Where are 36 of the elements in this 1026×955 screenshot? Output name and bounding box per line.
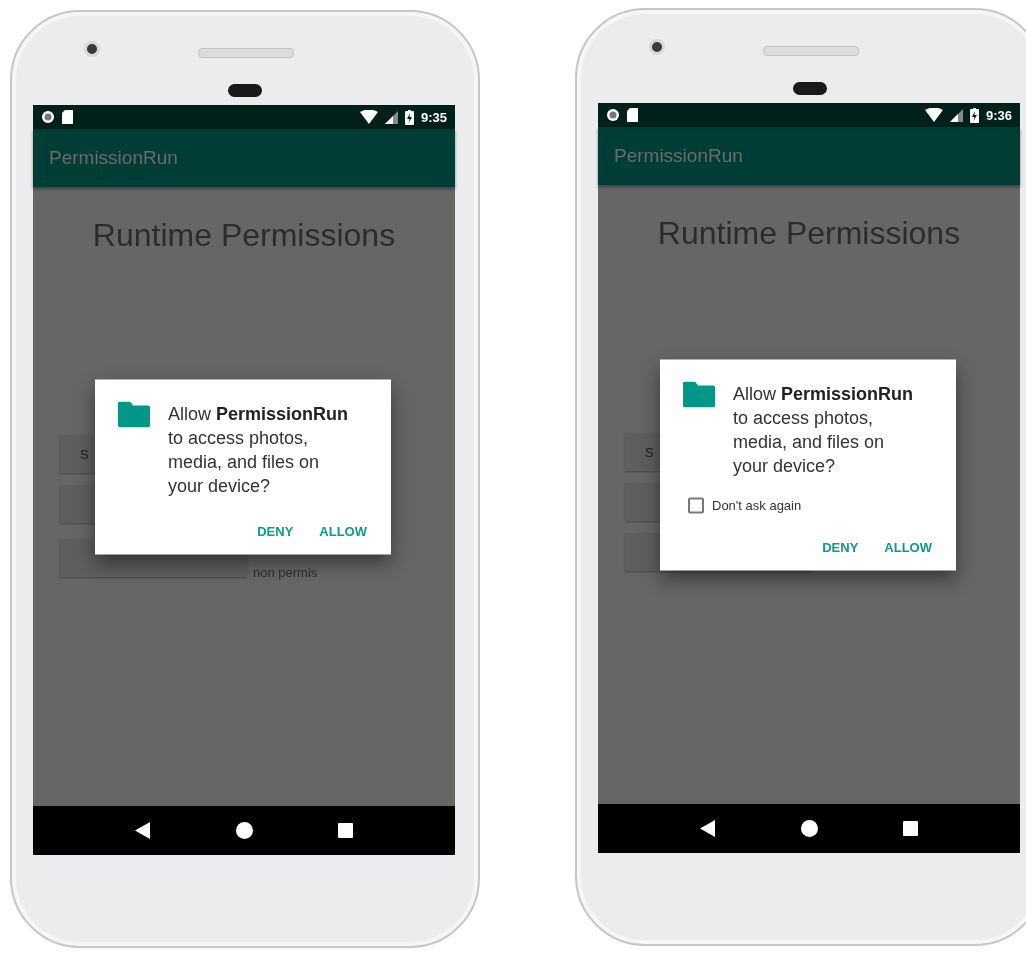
permission-message: Allow PermissionRun to access photos, media, and files on your device? (733, 382, 914, 477)
clock: 9:36 (985, 107, 1012, 123)
wifi-icon (359, 110, 378, 124)
signal-icon (949, 108, 963, 122)
page-heading: Runtime Permissions (657, 215, 961, 252)
home-icon[interactable] (236, 822, 253, 839)
earpiece (793, 82, 827, 95)
sd-card-icon (62, 110, 73, 124)
battery-icon (404, 109, 414, 125)
clock: 9:35 (420, 109, 447, 125)
allow-button[interactable]: ALLOW (309, 517, 377, 544)
app-title: PermissionRun (49, 147, 178, 169)
back-icon[interactable] (700, 820, 717, 837)
checkbox-label: Don't ask again (712, 497, 802, 513)
back-icon[interactable] (135, 822, 152, 839)
wifi-icon (924, 108, 943, 122)
camera-lens-icon (649, 39, 665, 55)
battery-icon (969, 107, 979, 123)
recents-icon[interactable] (337, 823, 353, 838)
allow-button[interactable]: ALLOW (874, 533, 942, 560)
camera-lens-icon (84, 41, 100, 57)
home-icon[interactable] (801, 820, 818, 837)
earpiece (228, 84, 262, 97)
folder-icon (683, 381, 715, 407)
deny-button[interactable]: DENY (247, 517, 304, 544)
sd-card-icon (627, 108, 638, 122)
signal-icon (384, 110, 398, 124)
recents-icon[interactable] (902, 821, 918, 836)
folder-icon (118, 401, 150, 427)
page-heading: Runtime Permissions (92, 217, 396, 254)
record-icon (41, 110, 55, 124)
permission-message: Allow PermissionRun to access photos, media, and files on your device? (168, 402, 349, 497)
app-title: PermissionRun (614, 145, 743, 167)
checkbox[interactable] (688, 497, 704, 513)
deny-button[interactable]: DENY (812, 533, 869, 560)
record-icon (606, 108, 620, 122)
